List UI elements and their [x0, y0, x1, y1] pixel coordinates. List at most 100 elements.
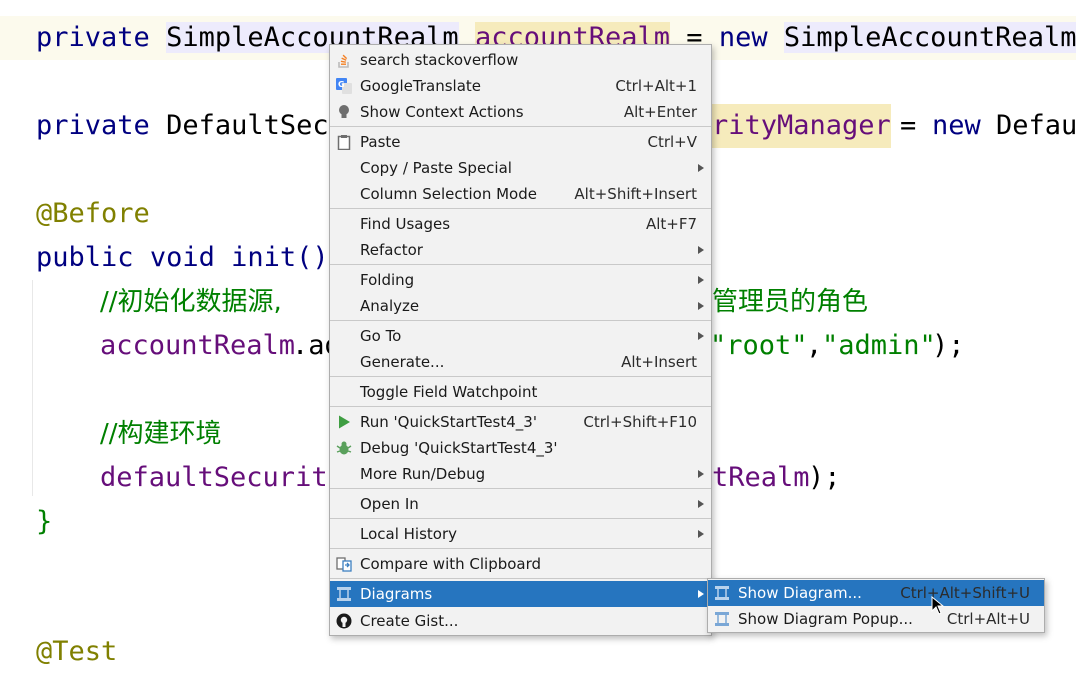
string-literal: "root": [710, 330, 808, 361]
menu-separator: [330, 488, 711, 489]
menu-separator: [330, 376, 711, 377]
menu-item-find-usages[interactable]: Find Usages Alt+F7: [330, 211, 711, 237]
constructor-call: Defau: [996, 110, 1076, 141]
diagram-icon: [715, 586, 729, 600]
menu-item-run[interactable]: Run 'QuickStartTest4_3' Ctrl+Shift+F10: [330, 409, 711, 435]
submenu-arrow-icon: [698, 530, 704, 538]
annotation-test[interactable]: @Test: [36, 630, 117, 674]
menu-item-label: Diagrams: [360, 585, 433, 603]
menu-item-analyze[interactable]: Analyze: [330, 293, 711, 319]
submenu-arrow-icon: [698, 276, 704, 284]
submenu-arrow-icon: [698, 500, 704, 508]
menu-item-label: Show Context Actions: [360, 103, 524, 121]
menu-item-shortcut: Alt+Shift+Insert: [574, 185, 697, 203]
keyword: private: [36, 22, 150, 53]
clipboard-icon: [337, 135, 351, 150]
diagram-icon: [337, 587, 351, 601]
menu-item-shortcut: Alt+Enter: [623, 103, 697, 121]
menu-item-label: Local History: [360, 525, 458, 543]
menu-item-label: Column Selection Mode: [360, 185, 537, 203]
statement-end: );: [932, 330, 965, 361]
menu-item-diagrams[interactable]: Diagrams: [330, 581, 711, 607]
menu-item-folding[interactable]: Folding: [330, 267, 711, 293]
menu-item-label: Open In: [360, 495, 419, 513]
keyword: private: [36, 110, 150, 141]
keyword: new: [718, 22, 768, 53]
menu-item-open-in[interactable]: Open In: [330, 491, 711, 517]
menu-item-label: Run 'QuickStartTest4_3': [360, 413, 537, 431]
field-name: defaultSecurity: [100, 462, 344, 493]
menu-item-google-translate[interactable]: G GoogleTranslate Ctrl+Alt+1: [330, 73, 711, 99]
constructor-call: SimpleAccountRealm(: [783, 22, 1076, 53]
diagram-icon: [715, 612, 729, 626]
menu-item-label: Folding: [360, 271, 415, 289]
menu-item-shortcut: Ctrl+V: [647, 133, 697, 151]
menu-item-label: GoogleTranslate: [360, 77, 482, 95]
submenu-item-show-diagram-popup[interactable]: Show Diagram Popup... Ctrl+Alt+U: [708, 606, 1044, 632]
menu-item-label: Analyze: [360, 297, 420, 315]
menu-item-column-selection-mode[interactable]: Column Selection Mode Alt+Shift+Insert: [330, 181, 711, 207]
lightbulb-icon: [339, 105, 349, 118]
menu-separator: [330, 548, 711, 549]
closing-brace: }: [36, 506, 53, 537]
menu-item-copy-paste-special[interactable]: Copy / Paste Special: [330, 155, 711, 181]
field-name: tRealm: [712, 462, 810, 493]
debug-icon: [336, 441, 352, 455]
menu-item-label: Go To: [360, 327, 402, 345]
menu-item-generate[interactable]: Generate... Alt+Insert: [330, 349, 711, 375]
menu-item-refactor[interactable]: Refactor: [330, 237, 711, 263]
menu-item-create-gist[interactable]: Create Gist...: [330, 608, 711, 634]
menu-item-shortcut: Ctrl+Alt+U: [946, 610, 1030, 628]
menu-item-toggle-field-watchpoint[interactable]: Toggle Field Watchpoint: [330, 379, 711, 405]
menu-item-label: Paste: [360, 133, 401, 151]
field-name: rityManager: [712, 104, 891, 148]
field-name: accountRealm: [100, 330, 296, 361]
code-line-2[interactable]: private DefaultSecu: [36, 104, 345, 148]
compare-icon: [336, 557, 352, 572]
stackoverflow-icon: [338, 54, 349, 68]
statement-end: );: [808, 462, 841, 493]
menu-item-label: Copy / Paste Special: [360, 159, 512, 177]
menu-separator: [330, 320, 711, 321]
submenu-arrow-icon: [698, 470, 704, 478]
run-icon: [339, 415, 350, 429]
menu-item-paste[interactable]: Paste Ctrl+V: [330, 129, 711, 155]
submenu-arrow-icon: [698, 332, 704, 340]
keyword: public: [36, 242, 134, 273]
menu-item-shortcut: Ctrl+Alt+Shift+U: [900, 584, 1030, 602]
menu-item-more-run-debug[interactable]: More Run/Debug: [330, 461, 711, 487]
menu-separator: [330, 518, 711, 519]
menu-item-search-stackoverflow[interactable]: search stackoverflow: [330, 47, 711, 73]
code-line-4[interactable]: public void init(): [36, 236, 329, 280]
menu-item-debug[interactable]: Debug 'QuickStartTest4_3': [330, 435, 711, 461]
github-icon: [336, 613, 352, 629]
method-name: init(): [231, 242, 329, 273]
mouse-cursor-icon: [931, 596, 945, 615]
annotation-before[interactable]: @Before: [36, 192, 150, 236]
menu-item-go-to[interactable]: Go To: [330, 323, 711, 349]
menu-item-label: Debug 'QuickStartTest4_3': [360, 439, 558, 457]
comment: //初始化数据源,: [100, 287, 282, 317]
svg-text:G: G: [338, 80, 345, 89]
menu-separator: [330, 406, 711, 407]
operator: =: [900, 110, 917, 141]
menu-item-label: Toggle Field Watchpoint: [360, 383, 538, 401]
menu-separator: [330, 126, 711, 127]
menu-item-show-context-actions[interactable]: Show Context Actions Alt+Enter: [330, 99, 711, 125]
menu-item-label: Show Diagram...: [738, 584, 862, 602]
menu-separator: [330, 264, 711, 265]
menu-item-label: Compare with Clipboard: [360, 555, 542, 573]
context-menu: search stackoverflow G GoogleTranslate C…: [329, 44, 712, 636]
indent-guide: [32, 280, 33, 496]
menu-item-shortcut: Alt+Insert: [621, 353, 697, 371]
menu-item-label: More Run/Debug: [360, 465, 486, 483]
comma: ,: [806, 330, 823, 361]
menu-item-label: Show Diagram Popup...: [738, 610, 913, 628]
menu-item-local-history[interactable]: Local History: [330, 521, 711, 547]
type-name: DefaultSecu: [166, 110, 345, 141]
keyword: void: [149, 242, 215, 273]
submenu-item-show-diagram[interactable]: Show Diagram... Ctrl+Alt+Shift+U: [708, 580, 1044, 606]
menu-item-compare-with-clipboard[interactable]: Compare with Clipboard: [330, 551, 711, 577]
menu-item-label: Find Usages: [360, 215, 451, 233]
menu-item-shortcut: Ctrl+Shift+F10: [583, 413, 697, 431]
